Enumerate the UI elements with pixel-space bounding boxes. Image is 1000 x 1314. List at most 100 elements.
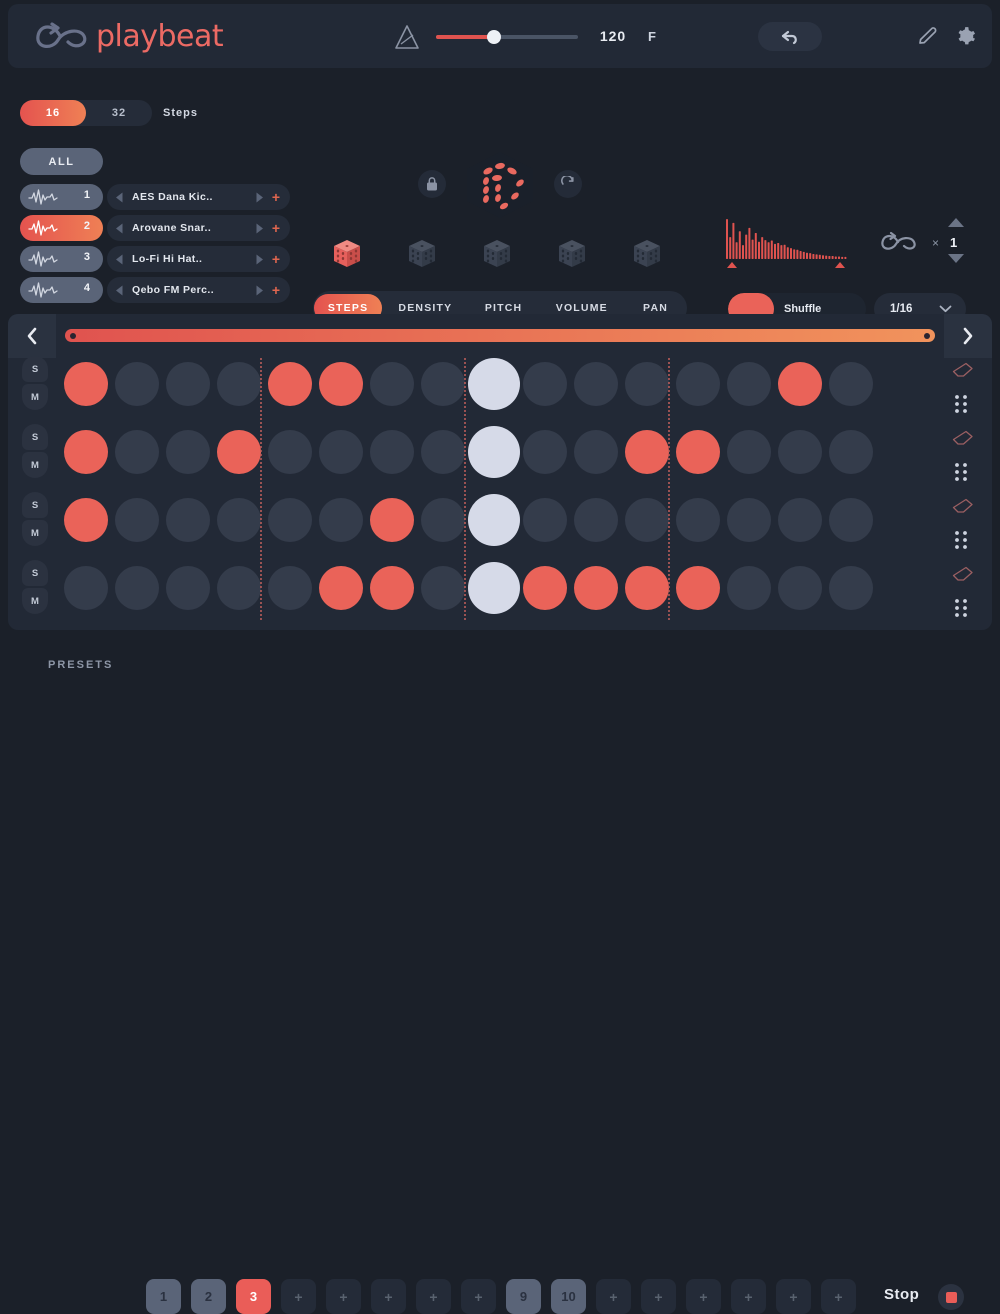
step-2-10[interactable] (523, 430, 567, 474)
step-3-6[interactable] (319, 498, 363, 542)
step-1-11[interactable] (574, 362, 618, 406)
step-2-15[interactable] (778, 430, 822, 474)
step-1-16[interactable] (829, 362, 873, 406)
tempo-knob[interactable] (487, 30, 501, 44)
eraser-icon[interactable] (952, 498, 974, 514)
drag-dots-icon[interactable] (952, 529, 970, 551)
drag-dots-icon[interactable] (952, 597, 970, 619)
triangle-right-icon[interactable] (253, 253, 266, 266)
step-4-15[interactable] (778, 566, 822, 610)
loop-count-value[interactable]: 1 (950, 235, 957, 250)
triangle-left-icon[interactable] (113, 253, 126, 266)
step-1-3[interactable] (166, 362, 210, 406)
metronome-icon[interactable] (391, 22, 423, 52)
step-1-2[interactable] (115, 362, 159, 406)
step-1-13[interactable] (676, 362, 720, 406)
step-3-10[interactable] (523, 498, 567, 542)
step-1-1[interactable] (64, 362, 108, 406)
step-3-2[interactable] (115, 498, 159, 542)
step-3-3[interactable] (166, 498, 210, 542)
step-1-10[interactable] (523, 362, 567, 406)
step-4-4[interactable] (217, 566, 261, 610)
triangle-left-icon[interactable] (113, 191, 126, 204)
step-2-4[interactable] (217, 430, 261, 474)
eraser-icon[interactable] (952, 362, 974, 378)
step-3-4[interactable] (217, 498, 261, 542)
preset-slot-11[interactable]: + (596, 1279, 631, 1314)
step-1-12[interactable] (625, 362, 669, 406)
plus-icon[interactable]: + (272, 190, 280, 204)
preset-slot-13[interactable]: + (686, 1279, 721, 1314)
drag-dots-icon[interactable] (952, 393, 970, 415)
step-2-8[interactable] (421, 430, 465, 474)
triangle-up-icon[interactable] (948, 218, 964, 227)
step-4-3[interactable] (166, 566, 210, 610)
step-3-12[interactable] (625, 498, 669, 542)
step-4-14[interactable] (727, 566, 771, 610)
steps-option-16[interactable]: 16 (20, 100, 86, 126)
step-1-7[interactable] (370, 362, 414, 406)
track-select-2[interactable]: 2 (20, 215, 103, 241)
preset-slot-4[interactable]: + (281, 1279, 316, 1314)
playhead-bar[interactable] (65, 329, 935, 342)
step-3-7[interactable] (370, 498, 414, 542)
solo-button-4[interactable]: S (22, 560, 48, 586)
preset-slot-1[interactable]: 1 (146, 1279, 181, 1314)
stop-button[interactable] (938, 1284, 964, 1310)
track-select-3[interactable]: 3 (20, 246, 103, 272)
step-4-6[interactable] (319, 566, 363, 610)
triangle-left-icon[interactable] (113, 222, 126, 235)
preset-slot-14[interactable]: + (731, 1279, 766, 1314)
step-2-1[interactable] (64, 430, 108, 474)
step-4-12[interactable] (625, 566, 669, 610)
step-2-5[interactable] (268, 430, 312, 474)
randomizer-lock-button[interactable] (418, 170, 446, 198)
step-4-1[interactable] (64, 566, 108, 610)
track-select-1[interactable]: 1 (20, 184, 103, 210)
step-4-13[interactable] (676, 566, 720, 610)
step-3-16[interactable] (829, 498, 873, 542)
undo-button[interactable] (758, 22, 822, 51)
preset-slot-6[interactable]: + (371, 1279, 406, 1314)
step-1-8[interactable] (421, 362, 465, 406)
time-signature[interactable]: F (648, 29, 657, 44)
triangle-down-icon[interactable] (948, 254, 964, 263)
step-3-1[interactable] (64, 498, 108, 542)
gear-icon[interactable] (952, 24, 977, 49)
preset-slot-5[interactable]: + (326, 1279, 361, 1314)
preset-slot-8[interactable]: + (461, 1279, 496, 1314)
step-1-6[interactable] (319, 362, 363, 406)
step-2-12[interactable] (625, 430, 669, 474)
track-select-4[interactable]: 4 (20, 277, 103, 303)
solo-button-2[interactable]: S (22, 424, 48, 450)
step-3-14[interactable] (727, 498, 771, 542)
randomizer-refresh-button[interactable] (554, 170, 582, 198)
steps-option-32[interactable]: 32 (86, 100, 152, 126)
mute-button-4[interactable]: M (22, 588, 48, 614)
step-2-11[interactable] (574, 430, 618, 474)
preset-slot-15[interactable]: + (776, 1279, 811, 1314)
step-4-9[interactable] (468, 562, 520, 614)
step-4-16[interactable] (829, 566, 873, 610)
tempo-slider[interactable] (436, 30, 578, 44)
preset-slot-3[interactable]: 3 (236, 1279, 271, 1314)
step-4-2[interactable] (115, 566, 159, 610)
triangle-right-icon[interactable] (253, 284, 266, 297)
triangle-right-icon[interactable] (253, 222, 266, 235)
step-3-9[interactable] (468, 494, 520, 546)
mute-button-1[interactable]: M (22, 384, 48, 410)
step-2-9[interactable] (468, 426, 520, 478)
infinity-loop-icon[interactable] (876, 228, 922, 256)
step-3-15[interactable] (778, 498, 822, 542)
step-4-11[interactable] (574, 566, 618, 610)
eraser-icon[interactable] (952, 430, 974, 446)
die-icon-2[interactable] (405, 237, 439, 271)
step-3-11[interactable] (574, 498, 618, 542)
step-2-16[interactable] (829, 430, 873, 474)
solo-button-3[interactable]: S (22, 492, 48, 518)
dice-hex-icon[interactable] (463, 150, 537, 220)
die-icon-5[interactable] (630, 237, 664, 271)
plus-icon[interactable]: + (272, 252, 280, 266)
step-3-13[interactable] (676, 498, 720, 542)
triangle-left-icon[interactable] (113, 284, 126, 297)
